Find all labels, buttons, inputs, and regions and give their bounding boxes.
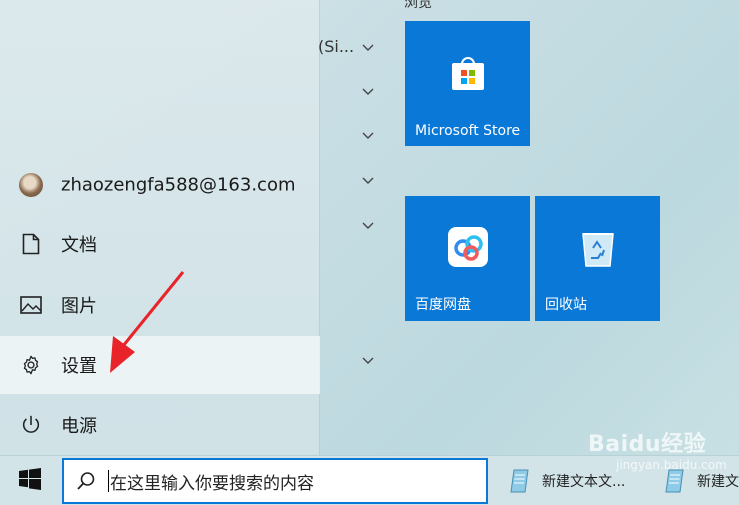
microsoft-store-label: Microsoft Store bbox=[415, 123, 521, 139]
windows-logo-icon bbox=[19, 468, 41, 494]
documents-button[interactable]: 文档 bbox=[0, 215, 320, 273]
notepad-icon bbox=[508, 468, 534, 494]
power-button[interactable]: 电源 bbox=[0, 396, 320, 454]
chevron-down-icon[interactable] bbox=[360, 84, 376, 100]
start-button[interactable] bbox=[0, 456, 60, 505]
document-icon bbox=[18, 231, 44, 257]
baidu-netdisk-tile[interactable]: 百度网盘 bbox=[405, 196, 530, 321]
documents-label: 文档 bbox=[61, 235, 97, 256]
app-list-clipped-text: (Si... bbox=[318, 37, 355, 56]
notepad-icon bbox=[663, 468, 689, 494]
text-caret bbox=[108, 470, 109, 492]
baidu-netdisk-icon bbox=[447, 226, 489, 272]
taskbar-app-label: 新建文本文... bbox=[542, 474, 626, 490]
recycle-bin-icon bbox=[580, 226, 616, 272]
avatar bbox=[18, 172, 44, 198]
taskbar: 在这里输入你要搜索的内容 新建文本文... 新建文 bbox=[0, 455, 739, 505]
pictures-label: 图片 bbox=[61, 296, 97, 317]
recycle-bin-label: 回收站 bbox=[545, 297, 587, 313]
search-icon bbox=[64, 460, 108, 502]
picture-icon bbox=[18, 292, 44, 318]
store-bag-icon bbox=[448, 52, 488, 96]
chevron-down-icon[interactable] bbox=[360, 353, 376, 369]
taskbar-search-box[interactable]: 在这里输入你要搜索的内容 bbox=[62, 458, 488, 504]
settings-label: 设置 bbox=[61, 356, 97, 377]
chevron-down-icon[interactable] bbox=[360, 218, 376, 234]
account-button[interactable]: zhaozengfa588@163.com bbox=[0, 156, 320, 214]
tile-group-header: 浏览 bbox=[404, 0, 432, 11]
taskbar-app-notepad-1[interactable]: 新建文本文... bbox=[500, 456, 625, 505]
pictures-button[interactable]: 图片 bbox=[0, 276, 320, 334]
chevron-down-icon[interactable] bbox=[360, 40, 376, 56]
power-icon bbox=[18, 412, 44, 438]
gear-icon bbox=[18, 352, 44, 378]
watermark-brand: Baidu经验 bbox=[588, 432, 707, 457]
baidu-netdisk-label: 百度网盘 bbox=[415, 297, 471, 313]
taskbar-app-notepad-2[interactable]: 新建文 bbox=[655, 456, 739, 505]
taskbar-app-label: 新建文 bbox=[697, 474, 739, 490]
search-placeholder: 在这里输入你要搜索的内容 bbox=[110, 473, 314, 494]
microsoft-store-tile[interactable]: Microsoft Store bbox=[405, 21, 530, 146]
settings-button[interactable]: 设置 bbox=[0, 336, 320, 394]
chevron-down-icon[interactable] bbox=[360, 173, 376, 189]
account-label: zhaozengfa588@163.com bbox=[61, 174, 296, 196]
power-label: 电源 bbox=[61, 416, 97, 437]
chevron-down-icon[interactable] bbox=[360, 128, 376, 144]
recycle-bin-tile[interactable]: 回收站 bbox=[535, 196, 660, 321]
start-menu-left-rail: zhaozengfa588@163.com 文档 图片 设置 电源 bbox=[0, 0, 320, 455]
